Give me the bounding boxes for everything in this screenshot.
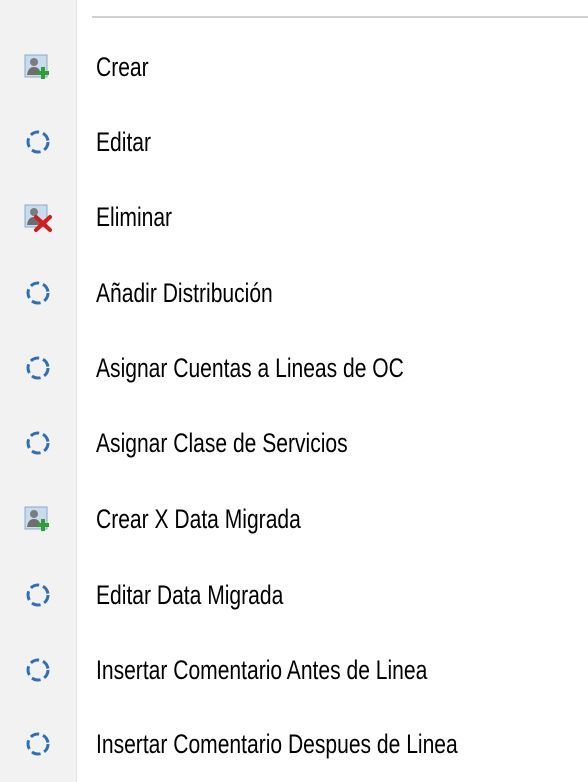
menu-item-asignar-cuentas[interactable]: Asignar Cuentas a Lineas de OC [0,338,588,398]
menu-item-label: Crear [96,51,149,82]
menu-item-asignar-clase-servicios[interactable]: Asignar Clase de Servicios [0,413,588,473]
refresh-circle-icon [0,714,76,774]
menu-item-label: Editar [96,126,152,157]
menu-item-label: Asignar Cuentas a Lineas de OC [96,352,404,383]
refresh-circle-icon [0,338,76,398]
menu-item-editar[interactable]: Editar [0,112,588,172]
menu-item-label: Añadir Distribución [96,277,273,308]
menu-item-anadir-distribucion[interactable]: Añadir Distribución [0,263,588,323]
menu-item-label: Editar Data Migrada [96,579,284,610]
refresh-circle-icon [0,112,76,172]
menu-item-label: Insertar Comentario Antes de Linea [96,654,428,685]
menu-item-eliminar[interactable]: Eliminar [0,187,588,247]
menu-item-insertar-comentario-antes[interactable]: Insertar Comentario Antes de Linea [0,640,588,700]
refresh-circle-icon [0,263,76,323]
context-menu: Crear Editar Eliminar Añadir Distribució… [0,0,588,782]
menu-item-label: Asignar Clase de Servicios [96,427,348,458]
delete-user-icon [0,187,76,247]
add-user-icon [0,37,76,97]
menu-item-crear[interactable]: Crear [0,37,588,97]
refresh-circle-icon [0,565,76,625]
add-user-icon [0,489,76,549]
menu-item-label: Eliminar [96,201,173,232]
menu-separator [92,16,588,18]
menu-item-editar-data-migrada[interactable]: Editar Data Migrada [0,565,588,625]
refresh-circle-icon [0,413,76,473]
menu-item-insertar-comentario-despues[interactable]: Insertar Comentario Despues de Linea [0,714,588,774]
menu-item-label: Crear X Data Migrada [96,503,301,534]
refresh-circle-icon [0,640,76,700]
menu-item-crear-data-migrada[interactable]: Crear X Data Migrada [0,489,588,549]
menu-item-label: Insertar Comentario Despues de Linea [96,728,458,759]
